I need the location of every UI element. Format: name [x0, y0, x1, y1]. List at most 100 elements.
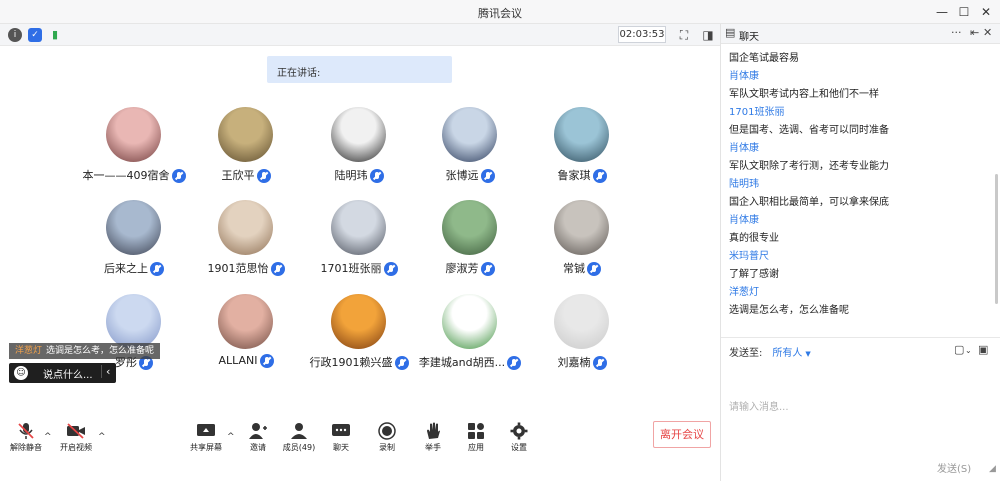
participant-avatar: [554, 294, 609, 349]
participant-avatar: [106, 107, 161, 162]
chat-input[interactable]: [729, 362, 989, 452]
chat-message-text: 选调是怎么考，怎么准备呢: [729, 305, 849, 316]
chevron-down-icon[interactable]: ▼: [805, 350, 810, 358]
layout-icon[interactable]: ◨: [700, 27, 716, 43]
chat-message-text: 但是国考、选调、省考可以同时准备: [729, 125, 889, 136]
share-screen-icon: [197, 424, 215, 436]
participant-avatar: [554, 200, 609, 255]
participant-name: 常铖: [563, 262, 585, 275]
collapse-icon[interactable]: ‹: [101, 365, 110, 378]
chat-sender-name[interactable]: 1701班张丽: [729, 104, 989, 122]
chat-message-text: 真的很专业: [729, 233, 779, 244]
participant-name: 刘嘉楠: [557, 356, 591, 369]
participant-name-row: 常铖: [512, 260, 652, 276]
invite-icon: [249, 423, 267, 439]
share-screen-label: 共享屏幕: [190, 443, 222, 452]
mic-muted-icon: [150, 262, 164, 276]
participant-avatar: [218, 107, 273, 162]
leave-meeting-button[interactable]: 离开会议: [653, 421, 711, 448]
mic-off-icon: [18, 423, 34, 439]
chat-message-text: 了解了感谢: [729, 269, 779, 280]
recipient-select[interactable]: 所有人: [772, 348, 802, 359]
start-video-button[interactable]: 开启视频: [51, 422, 101, 456]
apps-icon: [468, 423, 484, 439]
shield-icon[interactable]: ✓: [28, 28, 42, 42]
participant-name: 陆明玮: [334, 169, 368, 182]
settings-button[interactable]: 设置: [494, 422, 544, 456]
participant-avatar: [331, 294, 386, 349]
signal-icon[interactable]: ▮: [48, 28, 62, 42]
unmute-label: 解除静音: [10, 443, 42, 452]
chat-message-text: 国企入职相比最简单，可以拿来保底: [729, 197, 889, 208]
participant-name: 王欣平: [221, 169, 255, 182]
participant-avatar: [106, 200, 161, 255]
chat-scrollbar[interactable]: [995, 174, 998, 304]
window-title: 腾讯会议: [478, 7, 522, 20]
participant-avatar: [331, 200, 386, 255]
participant-avatar: [554, 107, 609, 162]
chat-sender-name[interactable]: 米玛普尺: [729, 248, 989, 266]
chat-sender-name[interactable]: 肖体康: [729, 140, 989, 158]
chat-label: 聊天: [333, 443, 349, 452]
meeting-info-bar: i ✓ ▮ 02:03:53 ⛶ ◨: [0, 24, 720, 46]
gear-icon: [510, 422, 528, 440]
chat-sender-name[interactable]: 肖体康: [729, 68, 989, 86]
members-icon: [291, 423, 307, 439]
screenshot-icon[interactable]: ▣: [978, 343, 988, 356]
chat-title: 聊天: [739, 32, 759, 43]
participant-name: 廖淑芳: [445, 262, 479, 275]
send-to-label: 发送至:: [729, 348, 763, 359]
participant-name: 行政1901赖兴盛: [309, 356, 393, 369]
minimize-icon[interactable]: —: [930, 2, 954, 22]
participant-tile[interactable]: 刘嘉楠: [512, 294, 652, 384]
fullscreen-icon[interactable]: ⛶: [676, 27, 692, 43]
record-button[interactable]: 录制: [362, 422, 412, 456]
participant-name: 张博远: [445, 169, 479, 182]
participant-name: 鲁家琪: [557, 169, 591, 182]
emoji-icon[interactable]: ☺: [14, 366, 28, 380]
speaking-indicator: 正在讲话:: [267, 56, 452, 83]
toast-sender: 洋葱灯: [15, 346, 43, 356]
bottom-toolbar: 解除静音 ^ 开启视频 ^ 共享屏幕 ^ 邀请 成员(49) 聊天 录制 举手 …: [0, 412, 720, 457]
file-icon[interactable]: ▢: [954, 343, 964, 356]
chat-sender-name[interactable]: 陆明玮: [729, 176, 989, 194]
file-options-icon[interactable]: ⌄: [965, 346, 972, 355]
share-screen-button[interactable]: 共享屏幕: [181, 422, 231, 456]
more-icon[interactable]: ···: [951, 26, 962, 39]
send-button[interactable]: 发送(S): [937, 460, 971, 475]
participant-tile[interactable]: 常铖: [512, 200, 652, 290]
popout-icon[interactable]: ⇤: [970, 26, 979, 39]
record-icon: [378, 422, 396, 440]
participant-avatar: [106, 294, 161, 349]
participant-avatar: [218, 294, 273, 349]
video-options-icon[interactable]: ^: [98, 432, 106, 442]
close-icon[interactable]: ✕: [974, 2, 998, 22]
mic-muted-icon: [383, 262, 398, 276]
mic-muted-icon: [592, 356, 607, 370]
participant-avatar: [442, 107, 497, 162]
chat-message-text: 国企笔试最容易: [729, 53, 799, 64]
chat-sender-name[interactable]: 肖体康: [729, 212, 989, 230]
chat-sender-name[interactable]: 洋葱灯: [729, 284, 989, 302]
participant-name: 本一——409宿舍: [82, 169, 170, 182]
mic-muted-icon: [480, 262, 495, 276]
chat-message-text: 军队文职除了考行测，还考专业能力: [729, 161, 889, 172]
info-icon[interactable]: i: [8, 28, 22, 42]
chat-header-icon: ▤: [725, 26, 736, 39]
chat-header: ▤ 聊天 ··· ⇤ ✕: [721, 24, 1000, 44]
participant-avatar: [218, 200, 273, 255]
resize-handle-icon[interactable]: ◢: [989, 464, 996, 474]
title-bar: 腾讯会议 — ☐ ✕: [0, 0, 1000, 24]
quick-chat-input[interactable]: ☺ 说点什么... ‹: [9, 363, 116, 383]
mic-muted-icon: [270, 262, 285, 276]
participant-avatar: [442, 200, 497, 255]
participant-tile[interactable]: 鲁家琪: [512, 107, 652, 197]
participant-name: 1701班张丽: [320, 262, 382, 275]
maximize-icon[interactable]: ☐: [952, 2, 976, 22]
participant-avatar: [331, 107, 386, 162]
chat-button[interactable]: 聊天: [316, 422, 366, 456]
chat-toast[interactable]: 洋葱灯 选调是怎么考，怎么准备呢: [9, 343, 161, 359]
hand-icon: [427, 422, 440, 439]
chat-icon: [332, 424, 350, 436]
close-chat-icon[interactable]: ✕: [983, 26, 992, 39]
